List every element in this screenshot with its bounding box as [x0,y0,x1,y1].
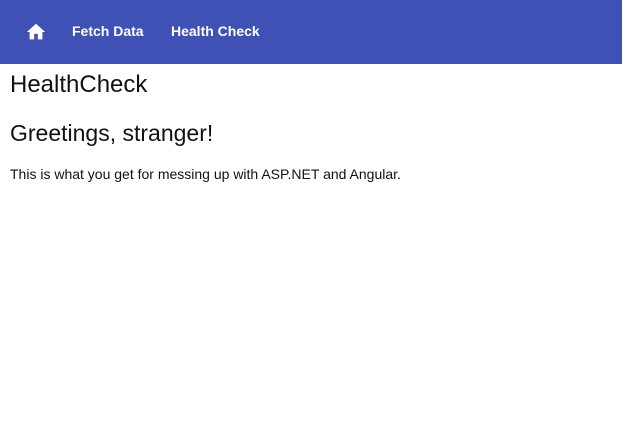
nav-link-fetch-data[interactable]: Fetch Data [72,0,144,64]
home-icon [25,21,47,43]
top-navbar: Fetch Data Health Check [0,0,622,64]
page-title: HealthCheck [10,71,148,98]
home-button[interactable] [25,21,47,43]
greeting-heading: Greetings, stranger! [10,120,214,146]
description-text: This is what you get for messing up with… [10,166,401,182]
nav-link-health-check[interactable]: Health Check [171,0,260,64]
